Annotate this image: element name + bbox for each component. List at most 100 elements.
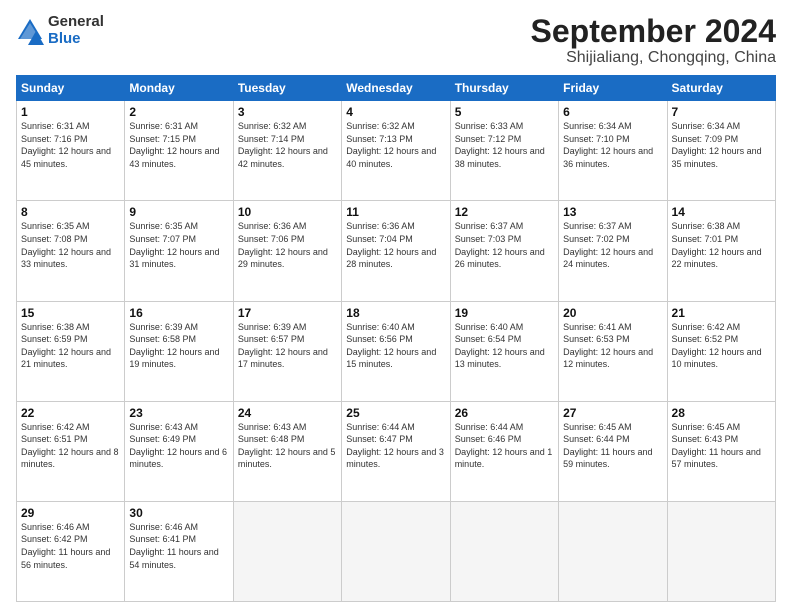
day-number: 16 <box>129 306 228 320</box>
calendar-cell: 24Sunrise: 6:43 AMSunset: 6:48 PMDayligh… <box>233 401 341 501</box>
day-number: 14 <box>672 205 771 219</box>
day-info: Sunrise: 6:37 AMSunset: 7:03 PMDaylight:… <box>455 220 554 270</box>
logo-general: General <box>48 14 104 31</box>
calendar: Sunday Monday Tuesday Wednesday Thursday… <box>16 75 776 602</box>
calendar-cell: 3Sunrise: 6:32 AMSunset: 7:14 PMDaylight… <box>233 101 341 201</box>
day-info: Sunrise: 6:39 AMSunset: 6:57 PMDaylight:… <box>238 321 337 371</box>
day-info: Sunrise: 6:35 AMSunset: 7:07 PMDaylight:… <box>129 220 228 270</box>
day-info: Sunrise: 6:35 AMSunset: 7:08 PMDaylight:… <box>21 220 120 270</box>
calendar-cell: 16Sunrise: 6:39 AMSunset: 6:58 PMDayligh… <box>125 301 233 401</box>
col-wednesday: Wednesday <box>342 76 450 101</box>
calendar-cell <box>667 501 775 601</box>
day-info: Sunrise: 6:33 AMSunset: 7:12 PMDaylight:… <box>455 120 554 170</box>
day-number: 15 <box>21 306 120 320</box>
day-number: 19 <box>455 306 554 320</box>
calendar-cell: 19Sunrise: 6:40 AMSunset: 6:54 PMDayligh… <box>450 301 558 401</box>
calendar-cell: 6Sunrise: 6:34 AMSunset: 7:10 PMDaylight… <box>559 101 667 201</box>
col-monday: Monday <box>125 76 233 101</box>
week-row-1: 1Sunrise: 6:31 AMSunset: 7:16 PMDaylight… <box>17 101 776 201</box>
calendar-cell: 27Sunrise: 6:45 AMSunset: 6:44 PMDayligh… <box>559 401 667 501</box>
day-number: 8 <box>21 205 120 219</box>
day-number: 13 <box>563 205 662 219</box>
col-tuesday: Tuesday <box>233 76 341 101</box>
day-number: 1 <box>21 105 120 119</box>
month-title: September 2024 <box>531 14 776 49</box>
day-info: Sunrise: 6:34 AMSunset: 7:09 PMDaylight:… <box>672 120 771 170</box>
day-number: 11 <box>346 205 445 219</box>
day-info: Sunrise: 6:44 AMSunset: 6:47 PMDaylight:… <box>346 421 445 471</box>
day-info: Sunrise: 6:42 AMSunset: 6:51 PMDaylight:… <box>21 421 120 471</box>
day-info: Sunrise: 6:36 AMSunset: 7:06 PMDaylight:… <box>238 220 337 270</box>
day-number: 22 <box>21 406 120 420</box>
day-info: Sunrise: 6:45 AMSunset: 6:43 PMDaylight:… <box>672 421 771 471</box>
day-info: Sunrise: 6:38 AMSunset: 7:01 PMDaylight:… <box>672 220 771 270</box>
day-info: Sunrise: 6:34 AMSunset: 7:10 PMDaylight:… <box>563 120 662 170</box>
day-number: 12 <box>455 205 554 219</box>
day-info: Sunrise: 6:39 AMSunset: 6:58 PMDaylight:… <box>129 321 228 371</box>
calendar-cell: 30Sunrise: 6:46 AMSunset: 6:41 PMDayligh… <box>125 501 233 601</box>
col-friday: Friday <box>559 76 667 101</box>
day-number: 2 <box>129 105 228 119</box>
day-number: 27 <box>563 406 662 420</box>
location-title: Shijialiang, Chongqing, China <box>531 49 776 67</box>
header: General Blue September 2024 Shijialiang,… <box>16 14 776 67</box>
day-info: Sunrise: 6:46 AMSunset: 6:41 PMDaylight:… <box>129 521 228 571</box>
day-number: 3 <box>238 105 337 119</box>
day-info: Sunrise: 6:32 AMSunset: 7:14 PMDaylight:… <box>238 120 337 170</box>
title-block: September 2024 Shijialiang, Chongqing, C… <box>531 14 776 67</box>
calendar-cell: 9Sunrise: 6:35 AMSunset: 7:07 PMDaylight… <box>125 201 233 301</box>
page: General Blue September 2024 Shijialiang,… <box>0 0 792 612</box>
day-info: Sunrise: 6:43 AMSunset: 6:49 PMDaylight:… <box>129 421 228 471</box>
day-number: 4 <box>346 105 445 119</box>
calendar-cell: 26Sunrise: 6:44 AMSunset: 6:46 PMDayligh… <box>450 401 558 501</box>
calendar-cell: 29Sunrise: 6:46 AMSunset: 6:42 PMDayligh… <box>17 501 125 601</box>
day-info: Sunrise: 6:40 AMSunset: 6:54 PMDaylight:… <box>455 321 554 371</box>
day-number: 7 <box>672 105 771 119</box>
day-info: Sunrise: 6:45 AMSunset: 6:44 PMDaylight:… <box>563 421 662 471</box>
day-info: Sunrise: 6:44 AMSunset: 6:46 PMDaylight:… <box>455 421 554 471</box>
day-info: Sunrise: 6:38 AMSunset: 6:59 PMDaylight:… <box>21 321 120 371</box>
calendar-cell: 8Sunrise: 6:35 AMSunset: 7:08 PMDaylight… <box>17 201 125 301</box>
col-saturday: Saturday <box>667 76 775 101</box>
header-row: Sunday Monday Tuesday Wednesday Thursday… <box>17 76 776 101</box>
col-sunday: Sunday <box>17 76 125 101</box>
day-number: 24 <box>238 406 337 420</box>
day-info: Sunrise: 6:37 AMSunset: 7:02 PMDaylight:… <box>563 220 662 270</box>
calendar-cell: 1Sunrise: 6:31 AMSunset: 7:16 PMDaylight… <box>17 101 125 201</box>
day-info: Sunrise: 6:41 AMSunset: 6:53 PMDaylight:… <box>563 321 662 371</box>
calendar-cell <box>559 501 667 601</box>
day-number: 29 <box>21 506 120 520</box>
day-number: 10 <box>238 205 337 219</box>
logo-icon <box>16 17 44 45</box>
day-info: Sunrise: 6:46 AMSunset: 6:42 PMDaylight:… <box>21 521 120 571</box>
day-number: 6 <box>563 105 662 119</box>
week-row-4: 22Sunrise: 6:42 AMSunset: 6:51 PMDayligh… <box>17 401 776 501</box>
calendar-cell: 23Sunrise: 6:43 AMSunset: 6:49 PMDayligh… <box>125 401 233 501</box>
day-info: Sunrise: 6:36 AMSunset: 7:04 PMDaylight:… <box>346 220 445 270</box>
week-row-2: 8Sunrise: 6:35 AMSunset: 7:08 PMDaylight… <box>17 201 776 301</box>
calendar-cell: 17Sunrise: 6:39 AMSunset: 6:57 PMDayligh… <box>233 301 341 401</box>
day-info: Sunrise: 6:32 AMSunset: 7:13 PMDaylight:… <box>346 120 445 170</box>
calendar-cell <box>233 501 341 601</box>
day-info: Sunrise: 6:31 AMSunset: 7:15 PMDaylight:… <box>129 120 228 170</box>
day-info: Sunrise: 6:31 AMSunset: 7:16 PMDaylight:… <box>21 120 120 170</box>
week-row-5: 29Sunrise: 6:46 AMSunset: 6:42 PMDayligh… <box>17 501 776 601</box>
calendar-cell: 14Sunrise: 6:38 AMSunset: 7:01 PMDayligh… <box>667 201 775 301</box>
day-number: 30 <box>129 506 228 520</box>
calendar-cell: 11Sunrise: 6:36 AMSunset: 7:04 PMDayligh… <box>342 201 450 301</box>
col-thursday: Thursday <box>450 76 558 101</box>
calendar-cell: 2Sunrise: 6:31 AMSunset: 7:15 PMDaylight… <box>125 101 233 201</box>
day-number: 5 <box>455 105 554 119</box>
calendar-cell: 18Sunrise: 6:40 AMSunset: 6:56 PMDayligh… <box>342 301 450 401</box>
calendar-cell: 13Sunrise: 6:37 AMSunset: 7:02 PMDayligh… <box>559 201 667 301</box>
logo-blue: Blue <box>48 31 104 48</box>
day-number: 23 <box>129 406 228 420</box>
calendar-cell: 15Sunrise: 6:38 AMSunset: 6:59 PMDayligh… <box>17 301 125 401</box>
day-info: Sunrise: 6:43 AMSunset: 6:48 PMDaylight:… <box>238 421 337 471</box>
calendar-cell: 4Sunrise: 6:32 AMSunset: 7:13 PMDaylight… <box>342 101 450 201</box>
day-number: 17 <box>238 306 337 320</box>
logo-text: General Blue <box>48 14 104 47</box>
day-number: 18 <box>346 306 445 320</box>
calendar-cell: 5Sunrise: 6:33 AMSunset: 7:12 PMDaylight… <box>450 101 558 201</box>
calendar-cell: 28Sunrise: 6:45 AMSunset: 6:43 PMDayligh… <box>667 401 775 501</box>
